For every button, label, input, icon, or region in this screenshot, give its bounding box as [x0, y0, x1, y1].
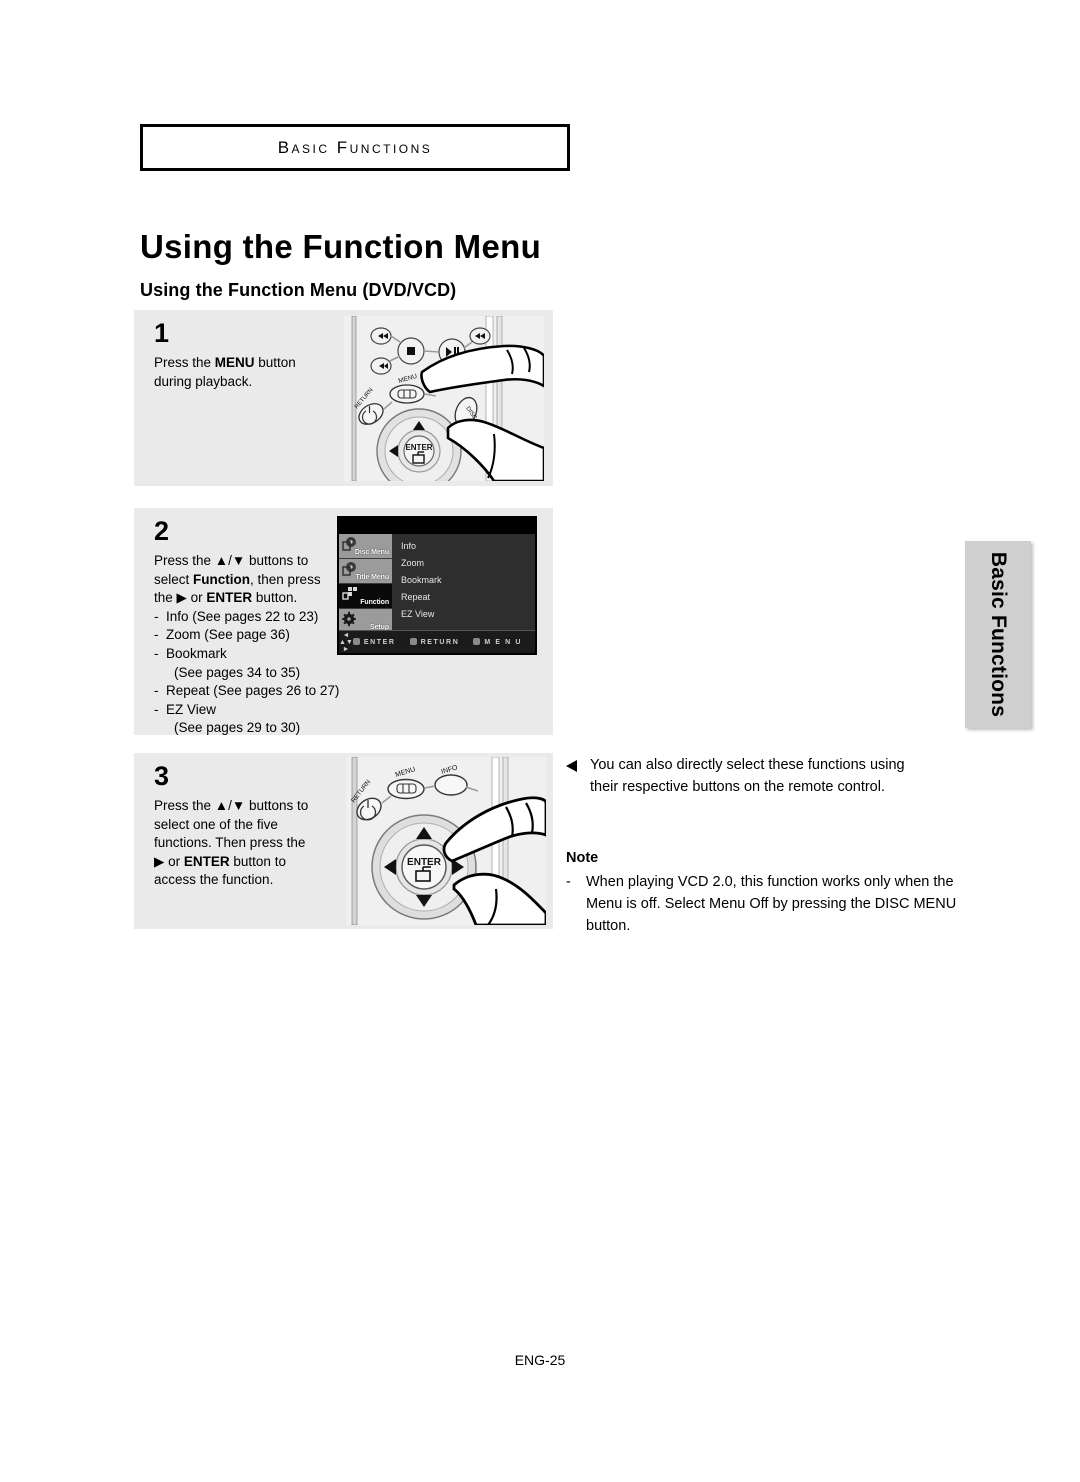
chapter-header-box: Basic Functions — [140, 124, 570, 171]
step3-line2: select one of the five — [154, 816, 278, 832]
list-item: - Repeat (See pages 26 to 27) — [154, 682, 349, 701]
step2-enter-keyword: ENTER — [206, 590, 253, 606]
remote-control-illustration-1: MENU RETURN DISC MENU ENTER — [344, 316, 544, 481]
navpad-icon: ◄ ▲▼ ► — [339, 631, 353, 653]
step2-line2-pre: select — [154, 571, 194, 587]
step3-line1: Press the ▲/▼ buttons to — [154, 798, 309, 813]
step-instruction-1: Press the MENU button during playback. — [154, 354, 349, 391]
note-text: When playing VCD 2.0, this function work… — [586, 874, 957, 934]
list-item: - Bookmark (See pages 34 to 35) — [154, 645, 349, 682]
osd-hint-return: RETURN — [409, 638, 460, 646]
list-item: - Info (See pages 22 to 23) — [154, 608, 349, 627]
list-text-continued: (See pages 34 to 35) — [174, 664, 301, 680]
step-number-1: 1 — [154, 318, 170, 348]
list-text-continued: (See pages 29 to 30) — [174, 720, 301, 736]
list-text: Bookmark — [166, 645, 227, 661]
remote-navpad-press-drawing: MENU INFO RETURN ENTER — [346, 757, 546, 925]
side-tab-label: Basic Functions — [987, 551, 1010, 718]
step2-line1: Press the ▲/▼ buttons to — [154, 553, 309, 568]
step2-function-list: - Info (See pages 22 to 23) - Zoom (See pa… — [154, 608, 349, 738]
step3-line5: access the function. — [154, 872, 274, 888]
list-dash: - — [154, 627, 159, 643]
osd-sidebar-label: Title Menu — [355, 574, 390, 581]
osd-sidebar-label: Function — [360, 599, 389, 606]
step-panel-3: 3 Press the ▲/▼ buttons to select one of… — [134, 753, 553, 929]
remote-menu-press-drawing: MENU RETURN DISC MENU ENTER — [344, 316, 544, 481]
remote-tip-row: You can also directly select these funct… — [566, 754, 934, 798]
menu-button-icon — [473, 638, 481, 645]
osd-sidebar-label: Disc Menu — [354, 549, 389, 556]
osd-hint-menu: M E N U — [473, 638, 522, 646]
step-instruction-2: Press the ▲/▼ buttons to select Function… — [154, 552, 349, 738]
page-title: Using the Function Menu — [140, 228, 542, 265]
step-number-2: 2 — [154, 516, 170, 546]
osd-top-bar — [339, 518, 535, 534]
note-body: - When playing VCD 2.0, this function wo… — [566, 871, 958, 937]
remote-tip-text: You can also directly select these funct… — [590, 757, 905, 795]
note-dash: - — [566, 874, 571, 890]
osd-menu-item-ez-view[interactable]: EZ View — [401, 606, 442, 623]
list-dash: - — [154, 683, 159, 699]
osd-body: Disc Menu Title Menu Function Setup Info… — [339, 534, 535, 634]
osd-hint-menu-label: M E N U — [484, 639, 523, 646]
step2-line3-post: button. — [252, 590, 298, 606]
list-text: Repeat (See pages 26 to 27) — [166, 683, 340, 699]
list-text: Zoom (See page 36) — [166, 627, 290, 643]
list-dash: - — [154, 645, 159, 661]
osd-sidebar-item-disc-menu[interactable]: Disc Menu — [339, 534, 392, 559]
list-item: - EZ View (See pages 29 to 30) — [154, 701, 349, 738]
step3-line4-post: button to — [229, 853, 286, 869]
list-dash: - — [154, 608, 159, 624]
osd-sidebar-item-title-menu[interactable]: Title Menu — [339, 559, 392, 584]
left-triangle-icon — [566, 760, 577, 772]
osd-bottom-hint-bar: ◄ ▲▼ ► ENTER RETURN M E N U — [339, 630, 535, 653]
section-side-tab: Basic Functions — [965, 541, 1031, 728]
step-panel-1: 1 Press the MENU button during playback. — [134, 310, 553, 486]
step2-function-keyword: Function — [193, 571, 251, 587]
chapter-title: Basic Functions — [277, 137, 433, 157]
osd-hint-return-label: RETURN — [420, 639, 460, 646]
svg-text:ENTER: ENTER — [405, 443, 432, 452]
step2-line2-post: , then press — [250, 571, 321, 587]
note-heading: Note — [566, 850, 599, 866]
osd-menu-item-zoom[interactable]: Zoom — [401, 555, 442, 572]
return-button-icon — [409, 638, 417, 645]
step2-line3-pre: the ▶ or — [154, 590, 207, 606]
enter-button-icon — [352, 638, 360, 645]
list-dash: - — [154, 701, 159, 717]
osd-hint-enter: ENTER — [352, 638, 396, 646]
step1-menu-keyword: MENU — [214, 355, 255, 370]
osd-menu-item-bookmark[interactable]: Bookmark — [401, 572, 442, 589]
step1-text-line2: during playback. — [154, 373, 253, 389]
step-instruction-3: Press the ▲/▼ buttons to select one of t… — [154, 797, 349, 890]
page-footer: ENG-25 — [514, 1352, 566, 1368]
step3-line4-pre: ▶ or — [154, 853, 184, 869]
osd-menu-screenshot: Disc Menu Title Menu Function Setup Info… — [337, 516, 537, 655]
osd-hint-enter-label: ENTER — [363, 639, 396, 646]
osd-menu-item-info[interactable]: Info — [401, 538, 442, 555]
step-number-3: 3 — [154, 761, 170, 791]
list-text: Info (See pages 22 to 23) — [166, 608, 319, 624]
remote-tip-block: You can also directly select these funct… — [566, 754, 934, 798]
osd-sidebar: Disc Menu Title Menu Function Setup — [339, 534, 392, 634]
step1-text-post: button — [254, 355, 296, 370]
osd-sidebar-item-function[interactable]: Function — [339, 584, 392, 609]
page-subtitle: Using the Function Menu (DVD/VCD) — [140, 280, 457, 300]
step3-line3: functions. Then press the — [154, 835, 306, 851]
remote-control-illustration-3: MENU INFO RETURN ENTER — [346, 757, 546, 925]
function-icon — [342, 587, 357, 600]
step3-enter-keyword: ENTER — [183, 853, 230, 869]
step1-text-pre: Press the — [154, 355, 215, 370]
gear-icon — [342, 611, 356, 627]
list-item: - Zoom (See page 36) — [154, 626, 349, 645]
osd-function-menu-list: Info Zoom Bookmark Repeat EZ View — [401, 538, 442, 623]
list-text: EZ View — [166, 701, 217, 717]
osd-menu-item-repeat[interactable]: Repeat — [401, 589, 442, 606]
step-panel-2: 2 Press the ▲/▼ buttons to select Functi… — [134, 508, 553, 735]
